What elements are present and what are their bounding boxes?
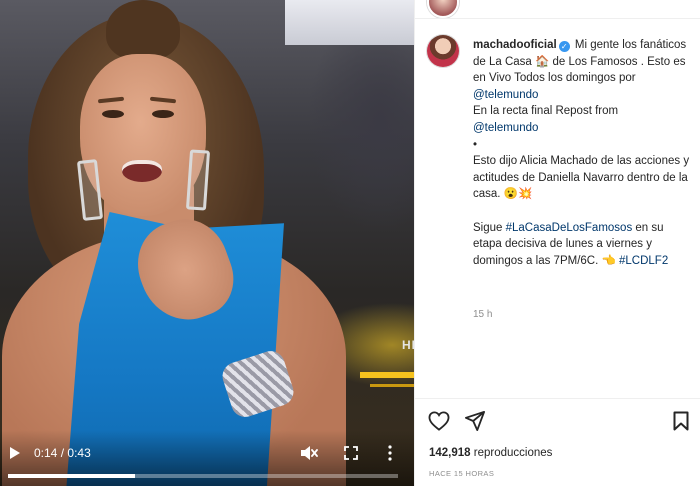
caption-text: En la recta final Repost from (473, 105, 619, 118)
video-player[interactable]: HI 0:14 / 0:43 (0, 0, 414, 486)
mention-link[interactable]: @telemundo (473, 89, 538, 101)
play-button[interactable] (6, 444, 24, 462)
save-button[interactable] (669, 409, 693, 433)
time-ago[interactable]: 15 h (473, 309, 492, 320)
avatar[interactable] (427, 35, 459, 67)
play-icon (10, 447, 20, 459)
like-button[interactable] (427, 409, 451, 433)
more-icon (388, 445, 392, 461)
duration: 0:43 (67, 446, 91, 460)
progress-bar[interactable] (8, 474, 398, 478)
stage-light (285, 0, 414, 45)
eye (152, 110, 174, 118)
fullscreen-icon (344, 446, 358, 460)
eye (102, 110, 124, 118)
stage-stripe (370, 384, 414, 387)
bookmark-icon (673, 411, 689, 431)
caption-text: Sigue (473, 221, 503, 234)
progress-fill (8, 474, 135, 478)
caption-text: Esto dijo Alicia Machado de las acciones… (473, 155, 690, 201)
mute-button[interactable] (298, 442, 320, 464)
verified-badge-icon: ✓ (558, 41, 570, 52)
post-actions (415, 398, 700, 438)
stage-stripe (360, 372, 414, 378)
post-timestamp[interactable]: HACE 15 HORAS (429, 469, 494, 478)
mouth (122, 160, 162, 182)
heart-icon (428, 411, 450, 431)
views-number: 142,918 (429, 447, 471, 459)
time-separator: / (60, 446, 65, 460)
hashtag-link[interactable]: #LaCasaDeLosFamosos (506, 222, 633, 234)
time-display: 0:14 / 0:43 (34, 444, 91, 462)
post-header-strip (415, 0, 700, 19)
more-options-button[interactable] (380, 443, 400, 463)
views-count[interactable]: 142,918 reproducciones (429, 447, 552, 459)
post-side-panel: machadooficial ✓ Mi gente los fanáticos d… (414, 0, 700, 486)
mention-link[interactable]: @telemundo (473, 120, 695, 137)
header-avatar[interactable] (427, 0, 459, 18)
username[interactable]: machadooficial (473, 39, 557, 51)
caption-bullet: • (473, 138, 478, 151)
views-label: reproducciones (473, 447, 553, 459)
share-button[interactable] (463, 409, 487, 433)
fullscreen-button[interactable] (341, 443, 361, 463)
current-time: 0:14 (34, 446, 58, 460)
speaker-muted-icon (301, 446, 318, 460)
stage-sign: HI (402, 338, 414, 352)
share-icon (465, 411, 485, 431)
earring (185, 149, 211, 211)
hashtag-link[interactable]: #LCDLF2 (619, 255, 668, 267)
hair-bun (106, 0, 180, 60)
caption: machadooficial ✓ Mi gente los fanáticos d… (473, 37, 695, 269)
